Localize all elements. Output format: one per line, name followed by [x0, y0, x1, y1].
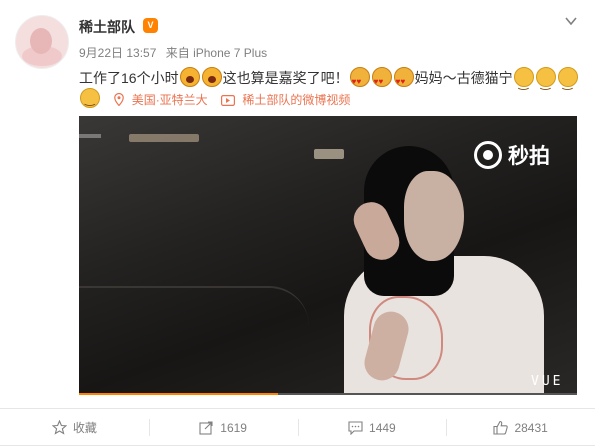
- avatar[interactable]: [15, 15, 69, 69]
- video-frame: [334, 146, 544, 395]
- smile-emoji-icon: [557, 67, 578, 95]
- smile-emoji-icon: [80, 88, 100, 108]
- video-progress-fill: [79, 393, 279, 395]
- comment-button[interactable]: 1449: [297, 409, 447, 446]
- post-text-part: 这也算是嘉奖了吧！: [222, 70, 349, 86]
- smile-emoji-icon: [535, 67, 556, 95]
- video-progress-bar[interactable]: [79, 393, 577, 395]
- shocked-emoji-icon: [201, 67, 222, 87]
- heart-eyes-emoji-icon: [349, 67, 370, 94]
- post-links: 美国·亚特兰大 稀土部队的微博视频: [79, 88, 350, 108]
- star-icon: [51, 420, 67, 435]
- post-text-part: 工作了16个小时: [79, 70, 179, 86]
- post-timestamp[interactable]: 9月22日 13:57: [79, 46, 156, 60]
- miaopai-logo-icon: [474, 141, 502, 169]
- like-button[interactable]: 28431: [446, 409, 595, 446]
- post-meta: 9月22日 13:57 来自 iPhone 7 Plus: [79, 44, 273, 61]
- post-source: 来自 iPhone 7 Plus: [165, 46, 268, 60]
- like-count: 28431: [514, 420, 548, 435]
- video-player[interactable]: 秒拍 VUE: [79, 116, 577, 395]
- chevron-down-icon[interactable]: [564, 14, 578, 28]
- vip-badge-icon: V: [143, 18, 158, 33]
- heart-eyes-emoji-icon: [371, 67, 392, 94]
- author-name[interactable]: 稀土部队: [79, 17, 135, 37]
- video-frame: [129, 134, 199, 142]
- video-link[interactable]: 稀土部队的微博视频: [242, 93, 350, 107]
- action-toolbar: 收藏 1619 1449 28431: [0, 408, 595, 446]
- video-frame: [79, 134, 101, 138]
- heart-eyes-emoji-icon: [393, 67, 414, 94]
- vue-brand-mark: VUE: [531, 374, 564, 389]
- smile-emoji-icon: [513, 67, 534, 95]
- favorite-label: 收藏: [72, 421, 97, 435]
- weibo-post-card: 稀土部队 V 9月22日 13:57 来自 iPhone 7 Plus 工作了1…: [0, 0, 595, 446]
- post-text-part: 妈妈～古德猫宁: [414, 70, 513, 86]
- repost-button[interactable]: 1619: [148, 409, 298, 446]
- favorite-button[interactable]: 收藏: [0, 409, 149, 446]
- repost-icon: [199, 421, 213, 435]
- video-watermark: 秒拍: [474, 140, 550, 170]
- location-pin-icon: [114, 93, 125, 106]
- post-text: 工作了16个小时 这也算是嘉奖了吧！ 妈妈～古德猫宁: [79, 66, 579, 95]
- location-link[interactable]: 美国·亚特兰大: [132, 93, 208, 107]
- watermark-text: 秒拍: [508, 145, 550, 168]
- shocked-emoji-icon: [179, 67, 200, 87]
- thumbs-up-icon: [493, 420, 509, 435]
- video-icon: [221, 95, 236, 106]
- comment-icon: [348, 421, 363, 435]
- video-frame: [79, 286, 309, 368]
- repost-count: 1619: [220, 420, 247, 435]
- comment-count: 1449: [369, 420, 396, 435]
